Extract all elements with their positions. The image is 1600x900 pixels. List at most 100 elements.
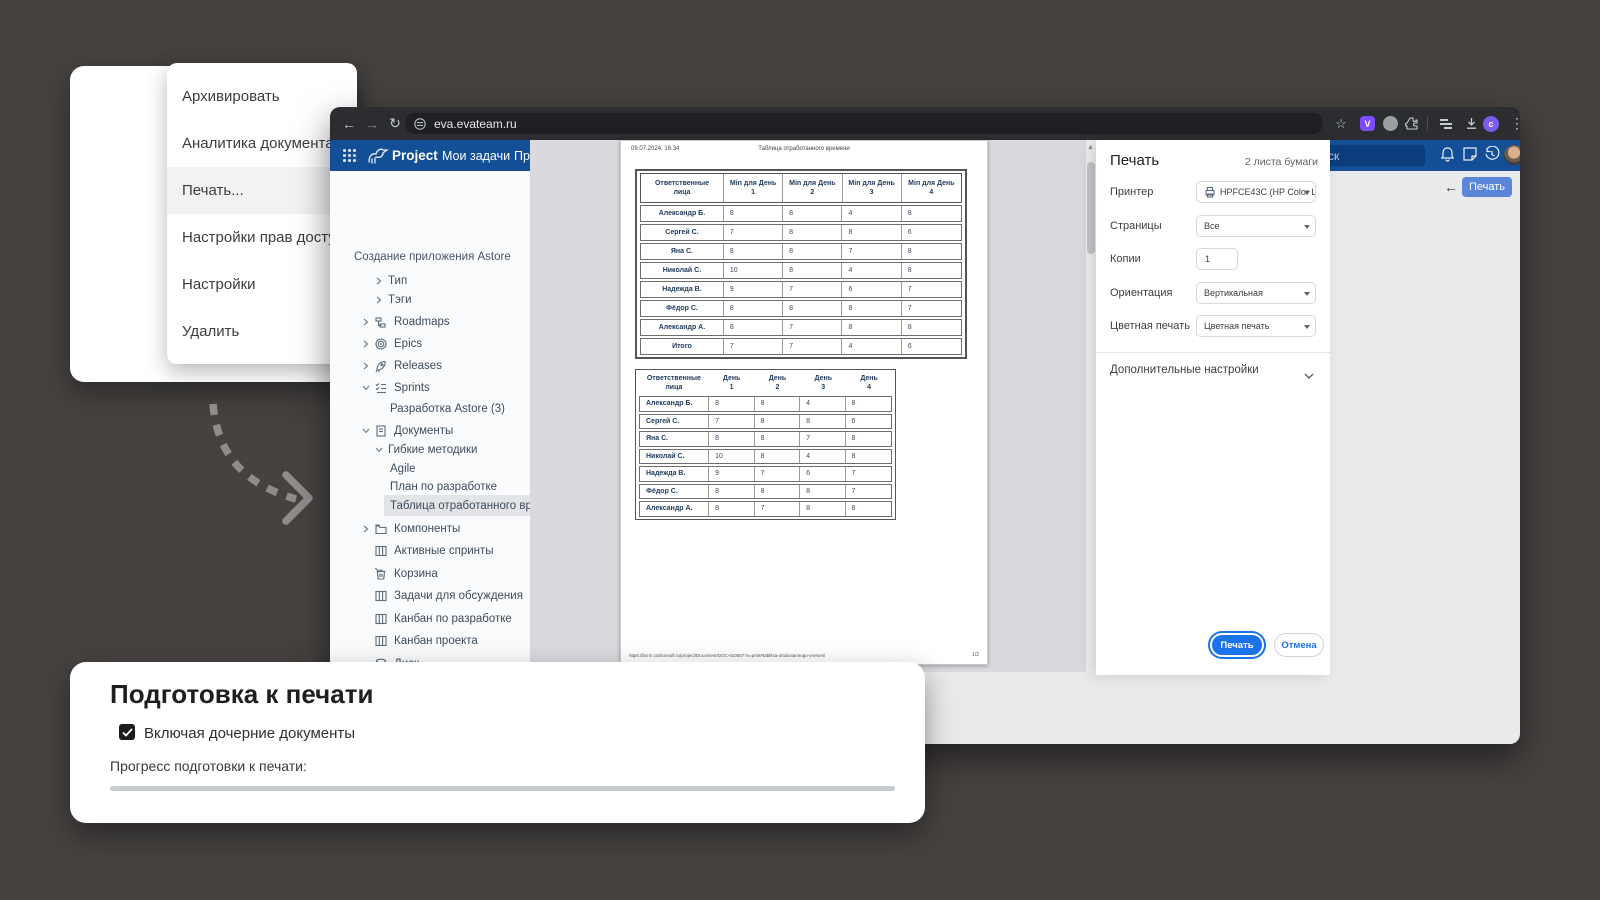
more-settings-label[interactable]: Дополнительные настройки [1110,364,1259,376]
bookmark-star-icon[interactable]: ☆ [1330,107,1352,140]
tab-list-icon[interactable] [1435,107,1457,140]
print-doc-title: Таблица отработанного времени [621,146,987,152]
nav-my-tasks[interactable]: Мои задачи [442,140,510,171]
chevron-down-icon[interactable] [375,446,383,454]
download-icon[interactable] [1460,107,1482,140]
sidebar-item-корзина[interactable]: Корзина [362,563,438,584]
print-field-select-1[interactable]: HPFCE43C (HP Color La: [1196,181,1316,203]
extension-v-icon[interactable]: V [1360,116,1375,131]
table-cell: 8 [783,263,842,278]
menu-item-5[interactable]: Настройки [167,261,357,308]
table-cell: Итого [641,339,724,354]
sidebar-item-roadmaps[interactable]: Roadmaps [362,311,450,332]
print-preparation-dialog: Подготовка к печати Включая дочерние док… [70,662,925,823]
copies-input[interactable]: 1 [1196,248,1238,270]
doc-print-button[interactable]: Печать [1462,177,1512,197]
user-avatar[interactable] [1504,145,1520,165]
sidebar-item-epics[interactable]: Epics [362,333,422,354]
scrollbar-up-icon[interactable]: ▲ [1087,144,1094,151]
extension-globe-icon[interactable] [1383,116,1398,131]
printer-icon [1204,186,1216,198]
sidebar-item-гибкие-методики[interactable]: Гибкие методики [375,439,477,460]
table-row: Александр Б.8848 [639,396,892,412]
menu-item-1[interactable]: Архивировать [167,73,357,120]
chevron-right-icon[interactable] [362,318,370,326]
rocket-icon [375,360,387,372]
notifications-bell-icon[interactable] [1439,146,1458,165]
chevron-right-icon[interactable] [362,340,370,348]
table-header-cell: Min для День3 [843,174,902,202]
print-field-label: Копии [1110,253,1141,265]
address-bar[interactable]: eva.evateam.ru [405,113,1323,134]
table-cell: 6 [842,282,901,297]
menu-item-3[interactable]: Печать... [167,167,357,214]
profile-avatar-badge[interactable]: c [1483,116,1499,132]
app-product-name[interactable]: Project [392,140,438,171]
back-icon[interactable]: ← [338,107,360,140]
caret-down-icon [1304,325,1310,329]
sidebar-item-sprints[interactable]: Sprints [362,377,430,398]
sidebar-item-таблица-отработанного-времени[interactable]: Таблица отработанного времени [390,495,530,516]
forward-icon[interactable]: → [361,107,383,140]
chrome-menu-icon[interactable]: ⋮ [1506,107,1520,140]
sidebar-item-releases[interactable]: Releases [362,355,442,376]
chevron-right-icon[interactable] [375,296,383,304]
table-cell: 8 [724,320,783,335]
chevron-down-icon[interactable] [362,427,370,435]
sidebar-item-компоненты[interactable]: Компоненты [362,518,460,539]
sidebar-item-документы[interactable]: Документы [362,420,453,441]
table-cell: 7 [783,320,842,335]
table-cell: 8 [783,244,842,259]
chevron-right-icon[interactable] [362,525,370,533]
table-cell: 8 [800,415,845,429]
sidebar-item-задачи-для-обсуждения[interactable]: Задачи для обсуждения [362,585,523,606]
table-cell: 8 [755,397,800,411]
site-settings-icon[interactable] [414,118,426,130]
chevron-right-icon[interactable] [375,277,383,285]
print-field-select-5[interactable]: Цветная печать [1196,315,1316,337]
sidebar-item-план-по-разработке[interactable]: План по разработке [390,476,497,497]
print-field-select-4[interactable]: Вертикальная [1196,282,1316,304]
chevron-right-icon[interactable] [362,362,370,370]
reload-icon[interactable]: ↻ [384,107,406,140]
screenshot-stage: АрхивироватьАналитика документаПечать...… [0,0,1600,900]
sidebar-item-тэги[interactable]: Тэги [375,289,412,310]
table-cell: 8 [755,432,800,446]
notes-icon[interactable] [1462,146,1481,165]
sidebar-item-label: Документы [394,425,453,437]
sidebar-item-активные-спринты[interactable]: Активные спринты [362,540,494,561]
sidebar-item-разработка-astore-3-[interactable]: Разработка Astore (3) [390,398,505,419]
menu-item-4[interactable]: Настройки прав доступа [167,214,357,261]
chevron-down-icon[interactable] [1304,367,1314,385]
sidebar-item-канбан-по-разработке[interactable]: Канбан по разработке [362,608,512,629]
print-cancel-button[interactable]: Отмена [1274,633,1324,657]
table-cell: 8 [783,301,842,316]
print-confirm-button[interactable]: Печать [1210,633,1264,657]
table-cell: 6 [846,415,891,429]
table-cell: 6 [902,339,961,354]
history-icon[interactable] [1484,146,1503,165]
extensions-puzzle-icon[interactable] [1400,107,1422,140]
menu-item-6[interactable]: Удалить [167,308,357,355]
sidebar-item-label: Таблица отработанного времени [390,500,530,512]
chevron-down-icon[interactable] [362,384,370,392]
include-children-label[interactable]: Включая дочерние документы [144,725,355,742]
table-cell: 10 [724,263,783,278]
table-header-row: ОтветственныелицаMin для День1Min для Де… [640,173,962,203]
sidebar-item-label: Гибкие методики [388,444,477,456]
print-field-select-2[interactable]: Все [1196,215,1316,237]
table-cell: Александр Б. [641,206,724,221]
scrollbar-thumb[interactable] [1087,162,1095,254]
menu-item-2[interactable]: Аналитика документа [167,120,357,167]
table-cell: 7 [902,301,961,316]
table-row: Сергей С.7886 [639,414,892,430]
sheet-count: 2 листа бумаги [1245,156,1318,168]
sidebar-item-тип[interactable]: Тип [375,270,407,291]
table-cell: 8 [709,397,754,411]
sidebar-item-label: План по разработке [390,481,497,493]
preview-scrollbar[interactable]: ▲ [1086,140,1096,672]
sidebar-item-канбан-проекта[interactable]: Канбан проекта [362,630,478,651]
app-grid-icon[interactable] [342,148,361,167]
doc-back-arrow-icon[interactable]: ← [1444,179,1458,195]
include-children-checkbox[interactable] [119,724,135,740]
